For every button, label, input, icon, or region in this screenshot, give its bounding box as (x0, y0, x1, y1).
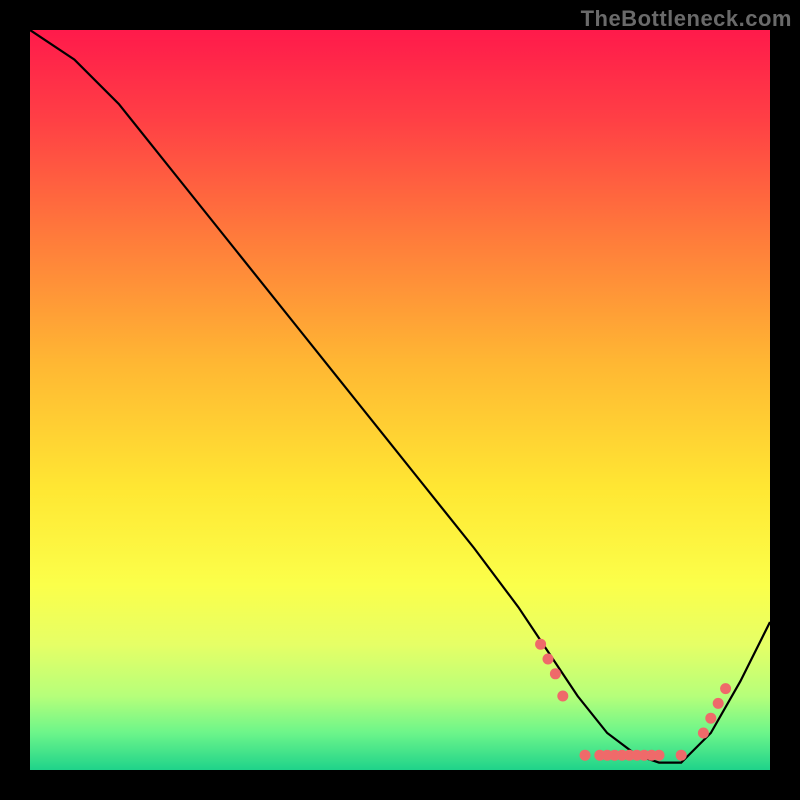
marker-point (580, 750, 591, 761)
chart-container: TheBottleneck.com (0, 0, 800, 800)
marker-point (543, 654, 554, 665)
marker-point (676, 750, 687, 761)
chart-svg (30, 30, 770, 770)
marker-point (713, 698, 724, 709)
marker-point (535, 639, 546, 650)
plot-area (30, 30, 770, 770)
marker-point (654, 750, 665, 761)
marker-point (705, 713, 716, 724)
watermark-text: TheBottleneck.com (581, 6, 792, 32)
marker-point (550, 668, 561, 679)
marker-point (698, 728, 709, 739)
gradient-background (30, 30, 770, 770)
marker-point (557, 691, 568, 702)
marker-point (720, 683, 731, 694)
